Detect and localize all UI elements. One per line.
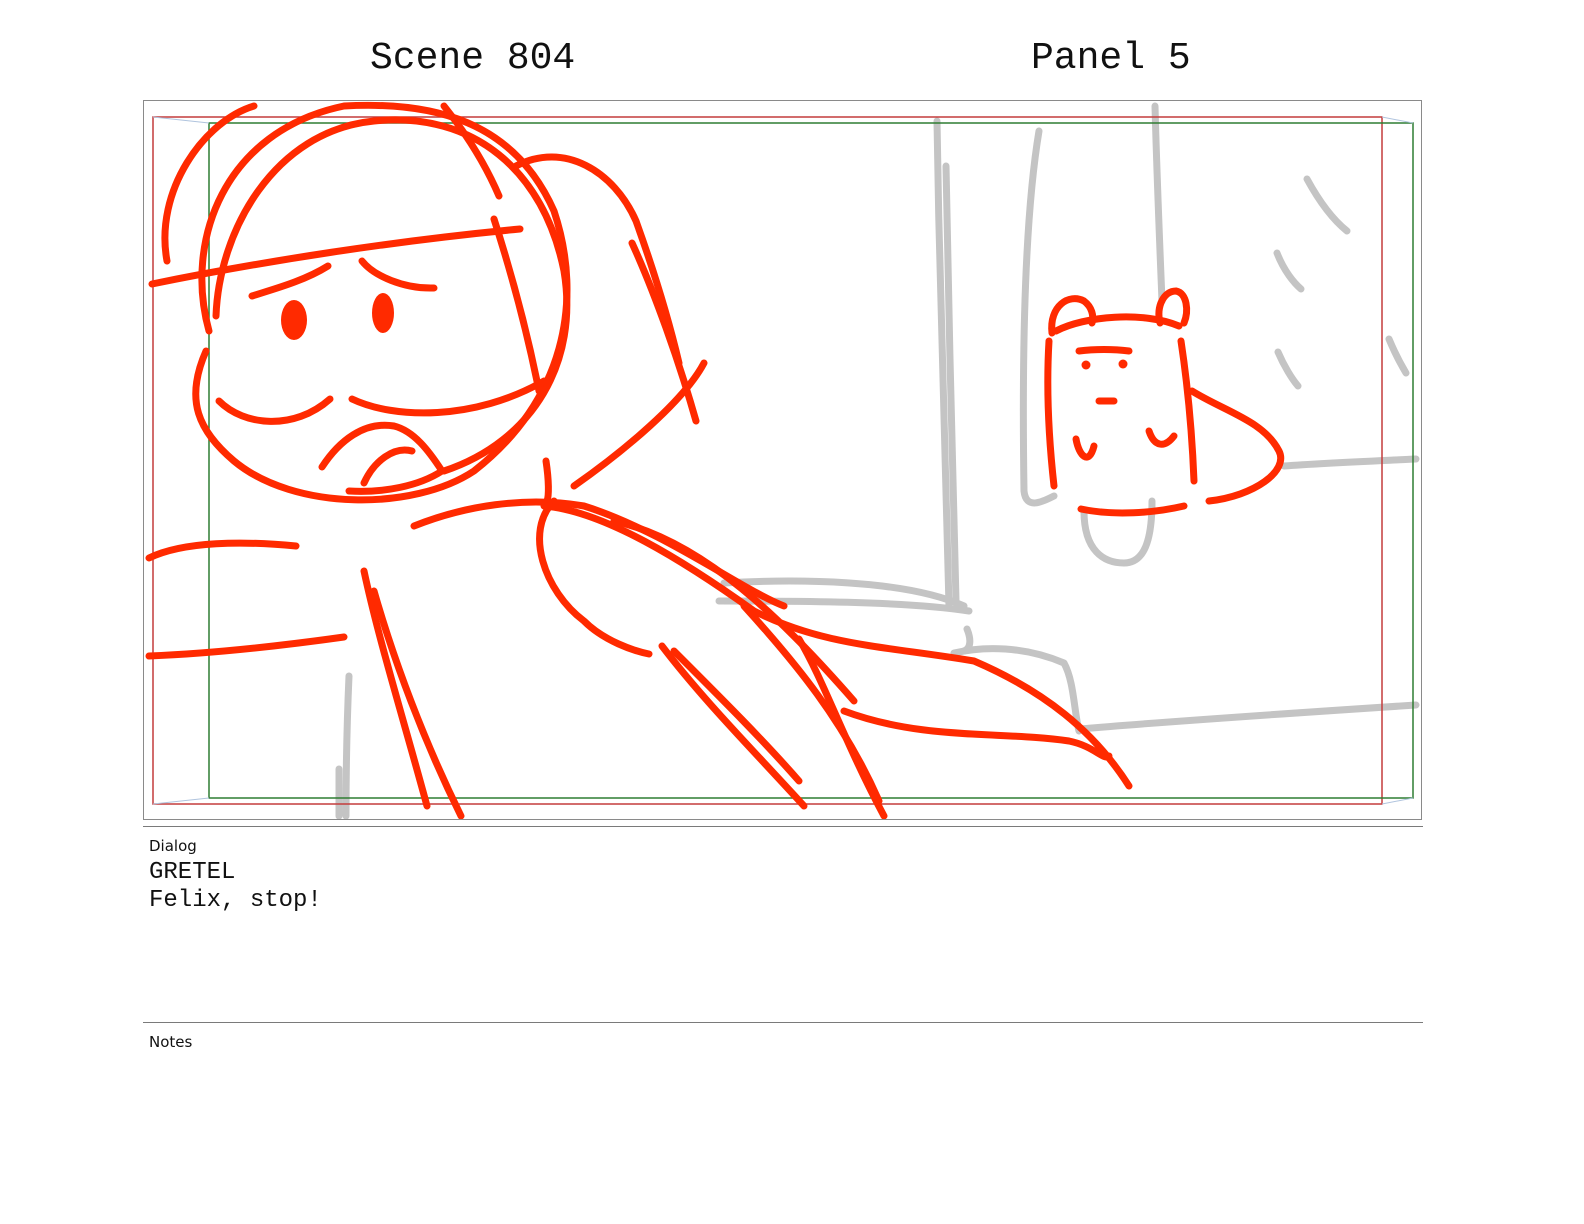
- gretel-arm-bottom-2: [670, 647, 803, 785]
- felix-tail: [1188, 387, 1285, 505]
- background-floor-line: [1075, 701, 1420, 733]
- dialog-label: Dialog: [149, 837, 197, 855]
- gretel-arm-upper: [145, 633, 348, 660]
- felix-bottom: [1077, 502, 1188, 517]
- gretel-hair-strand: [628, 239, 700, 425]
- storyboard-sketch: [145, 101, 1420, 819]
- safe-frame-corner-tl: [152, 116, 210, 124]
- felix-paw-left: [1072, 435, 1098, 461]
- background-window-hatch-2: [1273, 249, 1305, 293]
- gretel-mouth-upper: [318, 421, 446, 475]
- notes-label: Notes: [149, 1033, 193, 1051]
- storyboard-panel-frame: [143, 100, 1422, 820]
- notes-divider: [143, 1022, 1423, 1023]
- gretel-arm-bottom: [658, 642, 808, 810]
- felix-eye-right: [1118, 359, 1128, 369]
- background-shelf-line: [1280, 455, 1420, 470]
- dialog-character-name: GRETEL: [149, 859, 236, 886]
- title-safe-frame: [208, 122, 1414, 799]
- felix-paw-right: [1145, 427, 1178, 448]
- background-window-hatch-3: [1274, 348, 1302, 390]
- gretel-eye-left: [281, 300, 307, 340]
- gretel-shirt-edge: [795, 635, 888, 819]
- gretel-cheek-left: [215, 395, 334, 425]
- dialog-line-text: Felix, stop!: [149, 887, 322, 914]
- gretel-shoulder: [145, 539, 300, 562]
- gretel-tongue: [360, 446, 416, 487]
- felix-body-right: [1177, 337, 1198, 485]
- gretel-cheek-right: [348, 377, 548, 417]
- felix-body-left: [1044, 337, 1058, 490]
- gretel-neck-line: [542, 457, 552, 505]
- panel-number: Panel 5: [1031, 37, 1191, 80]
- gretel-body-left: [360, 567, 431, 810]
- gretel-right-brow: [358, 257, 438, 292]
- background-window-hatch-4: [1385, 335, 1410, 377]
- dialog-divider: [143, 826, 1423, 827]
- safe-frame-corner-br: [1381, 797, 1414, 805]
- safe-frame-corner-tr: [1381, 116, 1414, 124]
- safe-frame-corner-bl: [152, 797, 210, 805]
- background-window-hatch-1: [1303, 175, 1351, 235]
- felix-brow: [1075, 346, 1133, 355]
- gretel-left-brow: [248, 262, 332, 300]
- gretel-eye-right: [372, 293, 394, 333]
- background-post: [342, 672, 353, 819]
- background-curtain-right: [1151, 102, 1166, 305]
- action-safe-frame: [152, 116, 1383, 805]
- felix-eye-left: [1081, 360, 1091, 370]
- scene-number: Scene 804: [370, 37, 576, 80]
